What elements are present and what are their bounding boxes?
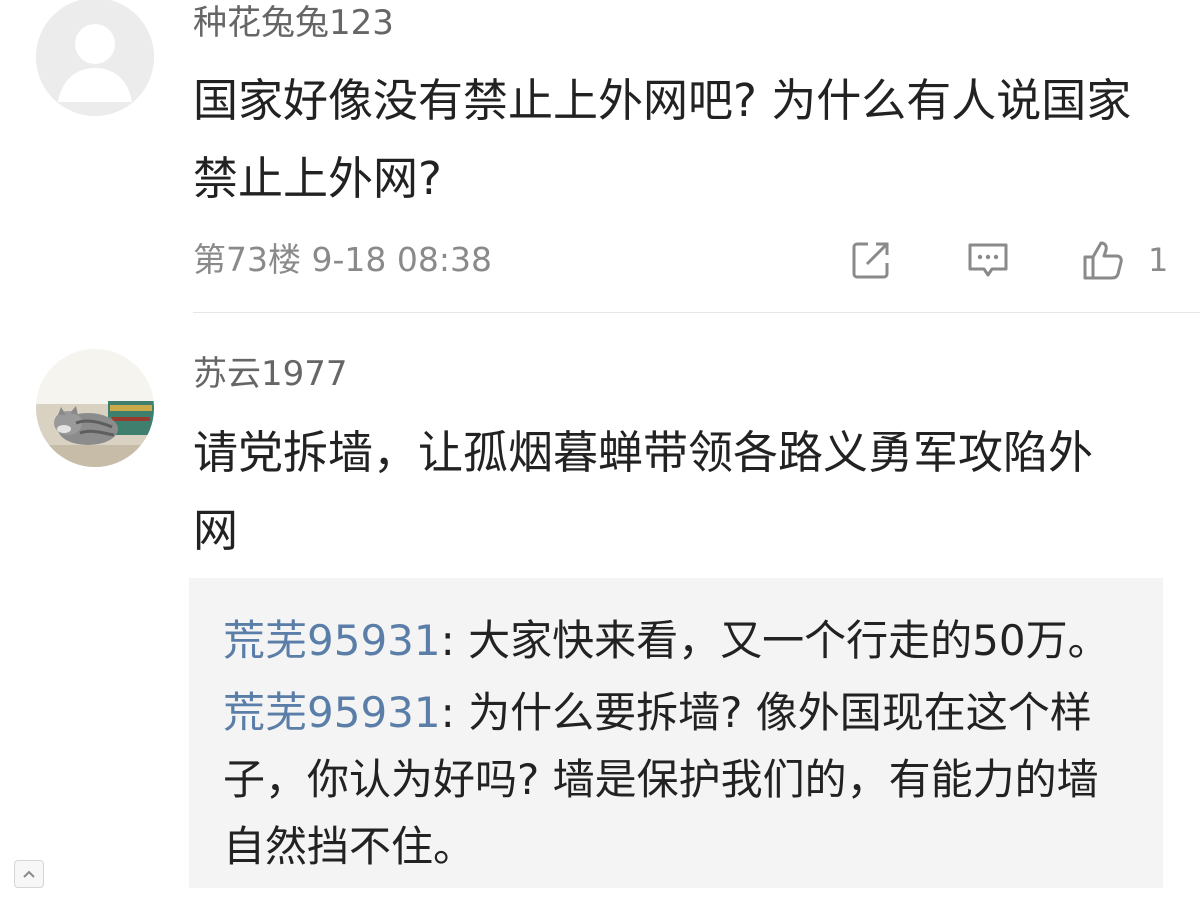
avatar[interactable] — [36, 349, 154, 467]
comment-text: 国家好像没有禁止上外网吧? 为什么有人说国家禁止上外网? — [193, 74, 1132, 205]
floor-and-time: 第73楼 9-18 08:38 — [193, 240, 492, 280]
reply-item[interactable]: 荒芜95931: 为什么要拆墙? 像外国现在这个样子，你认为好吗? 墙是保护我们… — [223, 679, 1123, 880]
comment-text: 请党拆墙，让孤烟暮蝉带领各路义勇军攻陷外网 — [193, 426, 1094, 557]
like-button[interactable]: 1 — [1080, 232, 1168, 288]
like-count: 1 — [1148, 241, 1169, 279]
reply-username[interactable]: 荒芜95931 — [223, 688, 441, 737]
comment-item: 种花兔兔123 国家好像没有禁止上外网吧? 为什么有人说国家禁止上外网? 第73… — [0, 0, 1200, 312]
reply-separator: : — [440, 616, 469, 665]
reply-separator: : — [440, 688, 469, 737]
share-button[interactable] — [848, 232, 894, 288]
thumbs-up-icon — [1083, 241, 1123, 280]
username[interactable]: 苏云1977 — [193, 353, 348, 395]
floor-number: 第73楼 — [193, 240, 301, 279]
avatar[interactable] — [36, 0, 154, 116]
cat-photo-avatar — [36, 349, 154, 467]
comment-feed: 种花兔兔123 国家好像没有禁止上外网吧? 为什么有人说国家禁止上外网? 第73… — [0, 0, 1200, 900]
comment-meta: 第73楼 9-18 08:38 1 — [193, 232, 1183, 288]
reply-username[interactable]: 荒芜95931 — [223, 616, 441, 665]
reply-item[interactable]: 荒芜95931: 大家快来看，又一个行走的50万。 — [223, 607, 1123, 674]
comment-icon — [968, 243, 1008, 277]
scroll-to-top-button[interactable] — [14, 860, 44, 888]
reply-list: 荒芜95931: 大家快来看，又一个行走的50万。 荒芜95931: 为什么要拆… — [189, 578, 1163, 888]
reply-text: 大家快来看，又一个行走的50万。 — [468, 616, 1110, 665]
username[interactable]: 种花兔兔123 — [193, 2, 394, 44]
share-icon — [852, 242, 889, 279]
post-time: 9-18 08:38 — [311, 240, 493, 279]
default-avatar-icon — [36, 0, 154, 116]
chevron-up-icon — [23, 870, 35, 878]
reply-button[interactable] — [965, 232, 1011, 288]
